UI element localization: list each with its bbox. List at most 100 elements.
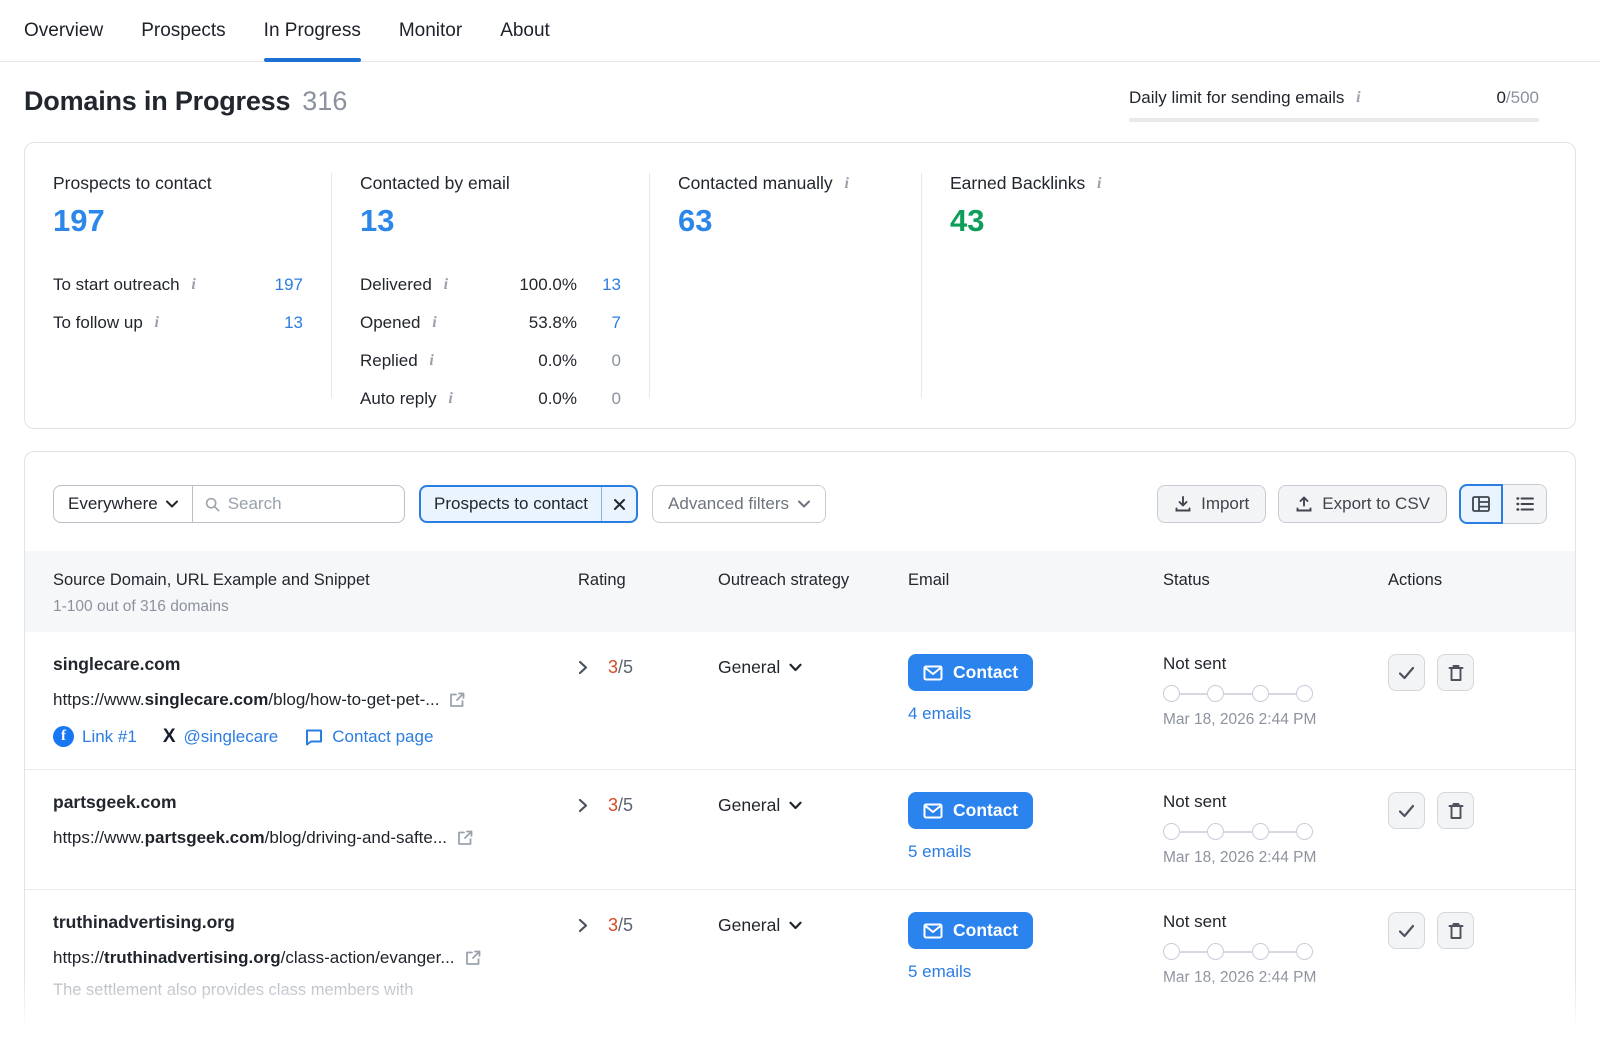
tab-monitor[interactable]: Monitor bbox=[399, 0, 462, 61]
domains-table-card: Everywhere Prospects to contact Advanced… bbox=[24, 451, 1576, 1037]
stats-summary-card: Prospects to contact 197 To start outrea… bbox=[24, 142, 1576, 429]
stat-subrow-auto-reply: Auto reply 0.0% 0 bbox=[360, 380, 621, 418]
page-title: Domains in Progress bbox=[24, 86, 290, 117]
delete-button[interactable] bbox=[1437, 912, 1474, 949]
col-header-status: Status bbox=[1155, 571, 1380, 590]
tab-about[interactable]: About bbox=[500, 0, 550, 61]
strategy-cell: General bbox=[710, 654, 900, 747]
chevron-down-icon bbox=[789, 663, 802, 672]
mark-done-button[interactable] bbox=[1388, 912, 1425, 949]
x-profile-link[interactable]: X @singlecare bbox=[163, 727, 278, 747]
check-icon bbox=[1398, 804, 1415, 818]
mark-done-button[interactable] bbox=[1388, 654, 1425, 691]
info-icon[interactable] bbox=[840, 176, 854, 192]
table-toolbar: Everywhere Prospects to contact Advanced… bbox=[25, 452, 1575, 551]
stat-subrow-replied: Replied 0.0% 0 bbox=[360, 342, 621, 380]
status-label: Not sent bbox=[1163, 912, 1380, 932]
tab-prospects[interactable]: Prospects bbox=[141, 0, 225, 61]
external-link-icon[interactable] bbox=[464, 949, 482, 967]
expand-row-chevron-icon[interactable] bbox=[578, 795, 588, 818]
stat-value: 43 bbox=[950, 203, 1547, 239]
mail-icon bbox=[923, 923, 943, 939]
col-header-actions: Actions bbox=[1380, 571, 1575, 590]
info-icon[interactable] bbox=[439, 277, 453, 293]
x-icon: X bbox=[163, 727, 176, 746]
export-to-csv-button[interactable]: Export to CSV bbox=[1278, 485, 1447, 523]
import-button[interactable]: Import bbox=[1157, 485, 1266, 523]
info-icon[interactable] bbox=[425, 353, 439, 369]
info-icon[interactable] bbox=[444, 391, 458, 407]
strategy-cell: General bbox=[710, 912, 900, 1000]
external-link-icon[interactable] bbox=[456, 829, 474, 847]
check-icon bbox=[1398, 666, 1415, 680]
stat-subrow-value[interactable]: 197 bbox=[275, 275, 303, 295]
table-view-button[interactable] bbox=[1459, 484, 1503, 524]
info-icon[interactable] bbox=[428, 315, 442, 331]
url-example: https://www.partsgeek.com/blog/driving-a… bbox=[53, 828, 447, 848]
info-icon[interactable] bbox=[1351, 90, 1365, 106]
stat-subrow-opened: Opened 53.8% 7 bbox=[360, 304, 621, 342]
delete-button[interactable] bbox=[1437, 792, 1474, 829]
domain-name: truthinadvertising.org bbox=[53, 912, 570, 933]
url-example: https://www.singlecare.com/blog/how-to-g… bbox=[53, 690, 439, 710]
info-icon[interactable] bbox=[150, 315, 164, 331]
search-scope-dropdown[interactable]: Everywhere bbox=[54, 486, 192, 522]
mail-icon bbox=[923, 665, 943, 681]
trash-icon bbox=[1448, 664, 1464, 682]
import-icon bbox=[1174, 495, 1192, 513]
strategy-dropdown[interactable]: General bbox=[718, 912, 900, 936]
chevron-down-icon bbox=[798, 500, 810, 508]
source-cell: partsgeek.com https://www.partsgeek.com/… bbox=[25, 792, 570, 867]
divider bbox=[601, 487, 602, 521]
emails-count-link[interactable]: 5 emails bbox=[908, 842, 971, 862]
tab-overview[interactable]: Overview bbox=[24, 0, 103, 61]
search-input[interactable] bbox=[228, 494, 392, 514]
status-stepper bbox=[1163, 685, 1313, 702]
list-view-button[interactable] bbox=[1503, 484, 1547, 524]
stat-subrow-to-start-outreach: To start outreach 197 bbox=[53, 266, 303, 304]
emails-count-link[interactable]: 4 emails bbox=[908, 704, 971, 724]
status-date: Mar 18, 2026 2:44 PM bbox=[1163, 849, 1380, 867]
check-icon bbox=[1398, 924, 1415, 938]
tab-in-progress[interactable]: In Progress bbox=[264, 0, 361, 61]
info-icon[interactable] bbox=[187, 277, 201, 293]
email-cell: Contact 5 emails bbox=[900, 912, 1155, 1000]
status-cell: Not sent Mar 18, 2026 2:44 PM bbox=[1155, 654, 1380, 747]
chevron-down-icon bbox=[789, 921, 802, 930]
stat-contacted-manually: Contacted manually 63 bbox=[649, 173, 921, 398]
emails-count-link[interactable]: 5 emails bbox=[908, 962, 971, 982]
contact-button[interactable]: Contact bbox=[908, 654, 1033, 691]
delete-button[interactable] bbox=[1437, 654, 1474, 691]
domain-name: partsgeek.com bbox=[53, 792, 570, 813]
status-date: Mar 18, 2026 2:44 PM bbox=[1163, 711, 1380, 729]
filter-chip-close-icon[interactable] bbox=[602, 487, 636, 521]
strategy-dropdown[interactable]: General bbox=[718, 654, 900, 678]
table-range-label: 1-100 out of 316 domains bbox=[25, 598, 1575, 616]
table-row: partsgeek.com https://www.partsgeek.com/… bbox=[25, 769, 1575, 889]
contact-button[interactable]: Contact bbox=[908, 792, 1033, 829]
info-icon[interactable] bbox=[1092, 176, 1106, 192]
contact-page-link[interactable]: Contact page bbox=[304, 727, 433, 747]
daily-limit-widget: Daily limit for sending emails 0/500 bbox=[1129, 86, 1539, 122]
external-link-icon[interactable] bbox=[448, 691, 466, 709]
filter-chip-prospects-to-contact[interactable]: Prospects to contact bbox=[419, 485, 638, 523]
expand-row-chevron-icon[interactable] bbox=[578, 915, 588, 938]
rating-value[interactable]: 3/5 bbox=[608, 657, 633, 678]
strategy-dropdown[interactable]: General bbox=[718, 792, 900, 816]
link-building-in-progress-page: Overview Prospects In Progress Monitor A… bbox=[0, 0, 1600, 1037]
status-label: Not sent bbox=[1163, 792, 1380, 812]
mark-done-button[interactable] bbox=[1388, 792, 1425, 829]
advanced-filters-dropdown[interactable]: Advanced filters bbox=[652, 485, 826, 523]
mail-icon bbox=[923, 803, 943, 819]
expand-row-chevron-icon[interactable] bbox=[578, 657, 588, 680]
contact-button[interactable]: Contact bbox=[908, 912, 1033, 949]
actions-cell bbox=[1380, 792, 1575, 867]
stat-earned-backlinks: Earned Backlinks 43 bbox=[921, 173, 1575, 398]
rating-value[interactable]: 3/5 bbox=[608, 795, 633, 816]
facebook-link[interactable]: f Link #1 bbox=[53, 726, 137, 747]
stat-value: 63 bbox=[678, 203, 893, 239]
rating-cell: 3/5 bbox=[570, 654, 710, 747]
rating-value[interactable]: 3/5 bbox=[608, 915, 633, 936]
stat-subrow-value[interactable]: 13 bbox=[284, 313, 303, 333]
status-cell: Not sent Mar 18, 2026 2:44 PM bbox=[1155, 792, 1380, 867]
